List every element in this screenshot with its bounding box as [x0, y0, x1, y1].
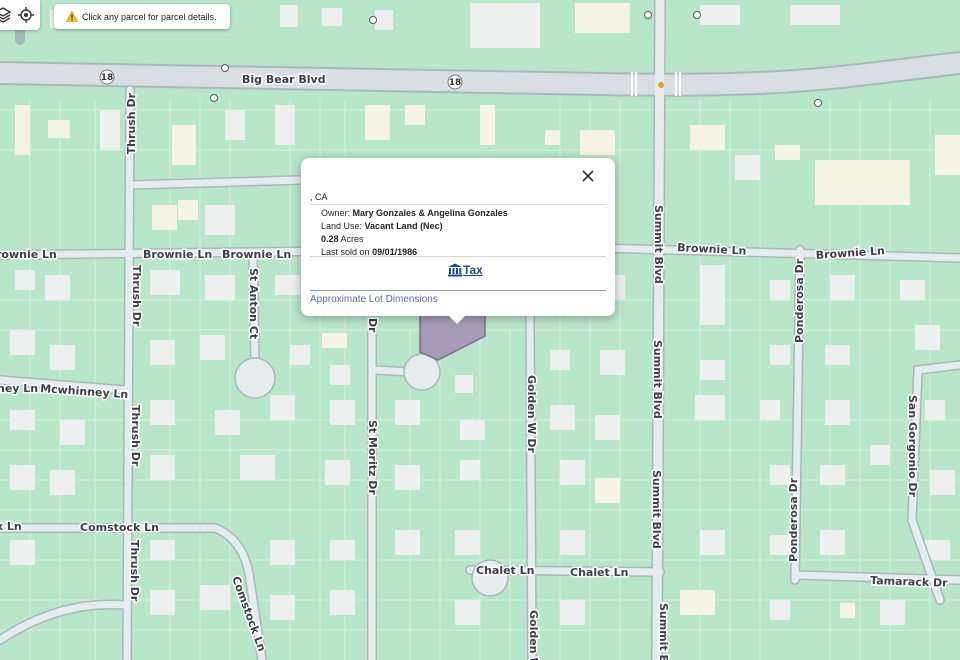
street-label-brownie-ln: Brownie Ln [143, 248, 212, 261]
close-icon[interactable] [579, 167, 597, 185]
divider [310, 256, 606, 257]
street-label-summit-blvd: Summit Blvd [652, 205, 665, 284]
street-label-mcwhinney-ln: ney Ln [0, 382, 38, 395]
owner-label: Owner: [321, 208, 351, 218]
tax-link[interactable]: Tax [447, 263, 483, 277]
hwy-shield-label: 18 [101, 73, 114, 83]
notice-text: Click any parcel for parcel details. [82, 11, 217, 22]
street-label-tamarack-dr: Tamarack Dr [870, 574, 948, 590]
street-label-st-anton-ct: St Anton Ct [247, 268, 260, 339]
layers-icon[interactable] [0, 6, 12, 24]
warning-icon [66, 11, 78, 22]
tax-label: Tax [463, 263, 483, 277]
parcel-map[interactable]: 18 18 Big Bear Blvd rownie Ln Brownie Ln… [0, 0, 960, 660]
popup-pointer [448, 315, 466, 324]
street-label-comstock-ln: Comstock Ln [80, 521, 159, 534]
street-label-comstock-ln: x Ln [0, 520, 22, 533]
street-label-chalet-ln: Chalet Ln [570, 566, 629, 579]
map-controls [0, 0, 40, 30]
street-label-thrush-dr: Thrush Dr [128, 540, 141, 602]
instruction-notice: Click any parcel for parcel details. [54, 4, 230, 29]
parcel-popup: , CA Owner: Mary Gonzales & Angelina Gon… [301, 158, 615, 316]
street-label-brownie-ln: Brownie Ln [222, 248, 291, 261]
land-use-value: Vacant Land (Nec) [364, 221, 443, 231]
divider [310, 290, 606, 291]
street-label-summit-blvd: Summit Blvd [650, 470, 663, 549]
street-label-ponderosa-dr: Ponderosa Dr [787, 477, 800, 562]
street-label-summit-blvd: Summit Blvd [651, 340, 664, 419]
acres-label: Acres [340, 234, 364, 244]
street-label-st-moritz-dr: Dr [366, 318, 379, 333]
traffic-signal-icon [658, 82, 664, 88]
hwy-shield-label: 18 [449, 78, 462, 88]
owner-row: Owner: Mary Gonzales & Angelina Gonzales [321, 208, 508, 218]
street-label-golden-w-dr: Golden W Dr [525, 375, 538, 453]
street-label-golden-w-dr: Golden W [527, 610, 540, 660]
street-label-ponderosa-dr: Ponderosa Dr [793, 258, 806, 343]
parcel-address: , CA [310, 192, 328, 202]
land-use-row: Land Use: Vacant Land (Nec) [321, 221, 443, 231]
lot-dimensions-link[interactable]: Approximate Lot Dimensions [310, 294, 438, 305]
street-label-thrush-dr: Thrush Dr [125, 92, 138, 154]
street-label-summit-blvd: Summit Blvd [657, 603, 670, 660]
street-label-brownie-ln: rownie Ln [0, 248, 57, 261]
street-label-san-gorgonio-dr: San Gorgonio Dr [906, 395, 919, 498]
acres-value: 0.28 [321, 234, 339, 244]
bank-icon [448, 263, 462, 277]
street-label-big-bear-blvd: Big Bear Blvd [242, 73, 326, 86]
land-use-label: Land Use: [321, 221, 363, 231]
street-label-chalet-ln: Chalet Ln [476, 564, 535, 577]
acres-row: 0.28 Acres [321, 234, 364, 244]
locate-icon[interactable] [17, 6, 35, 24]
street-label-thrush-dr: Thrush Dr [130, 265, 143, 327]
divider [310, 204, 606, 205]
owner-value: Mary Gonzales & Angelina Gonzales [352, 208, 508, 218]
street-label-st-moritz-dr: St Moritz Dr [366, 420, 379, 495]
street-label-thrush-dr: Thrush Dr [129, 405, 142, 467]
